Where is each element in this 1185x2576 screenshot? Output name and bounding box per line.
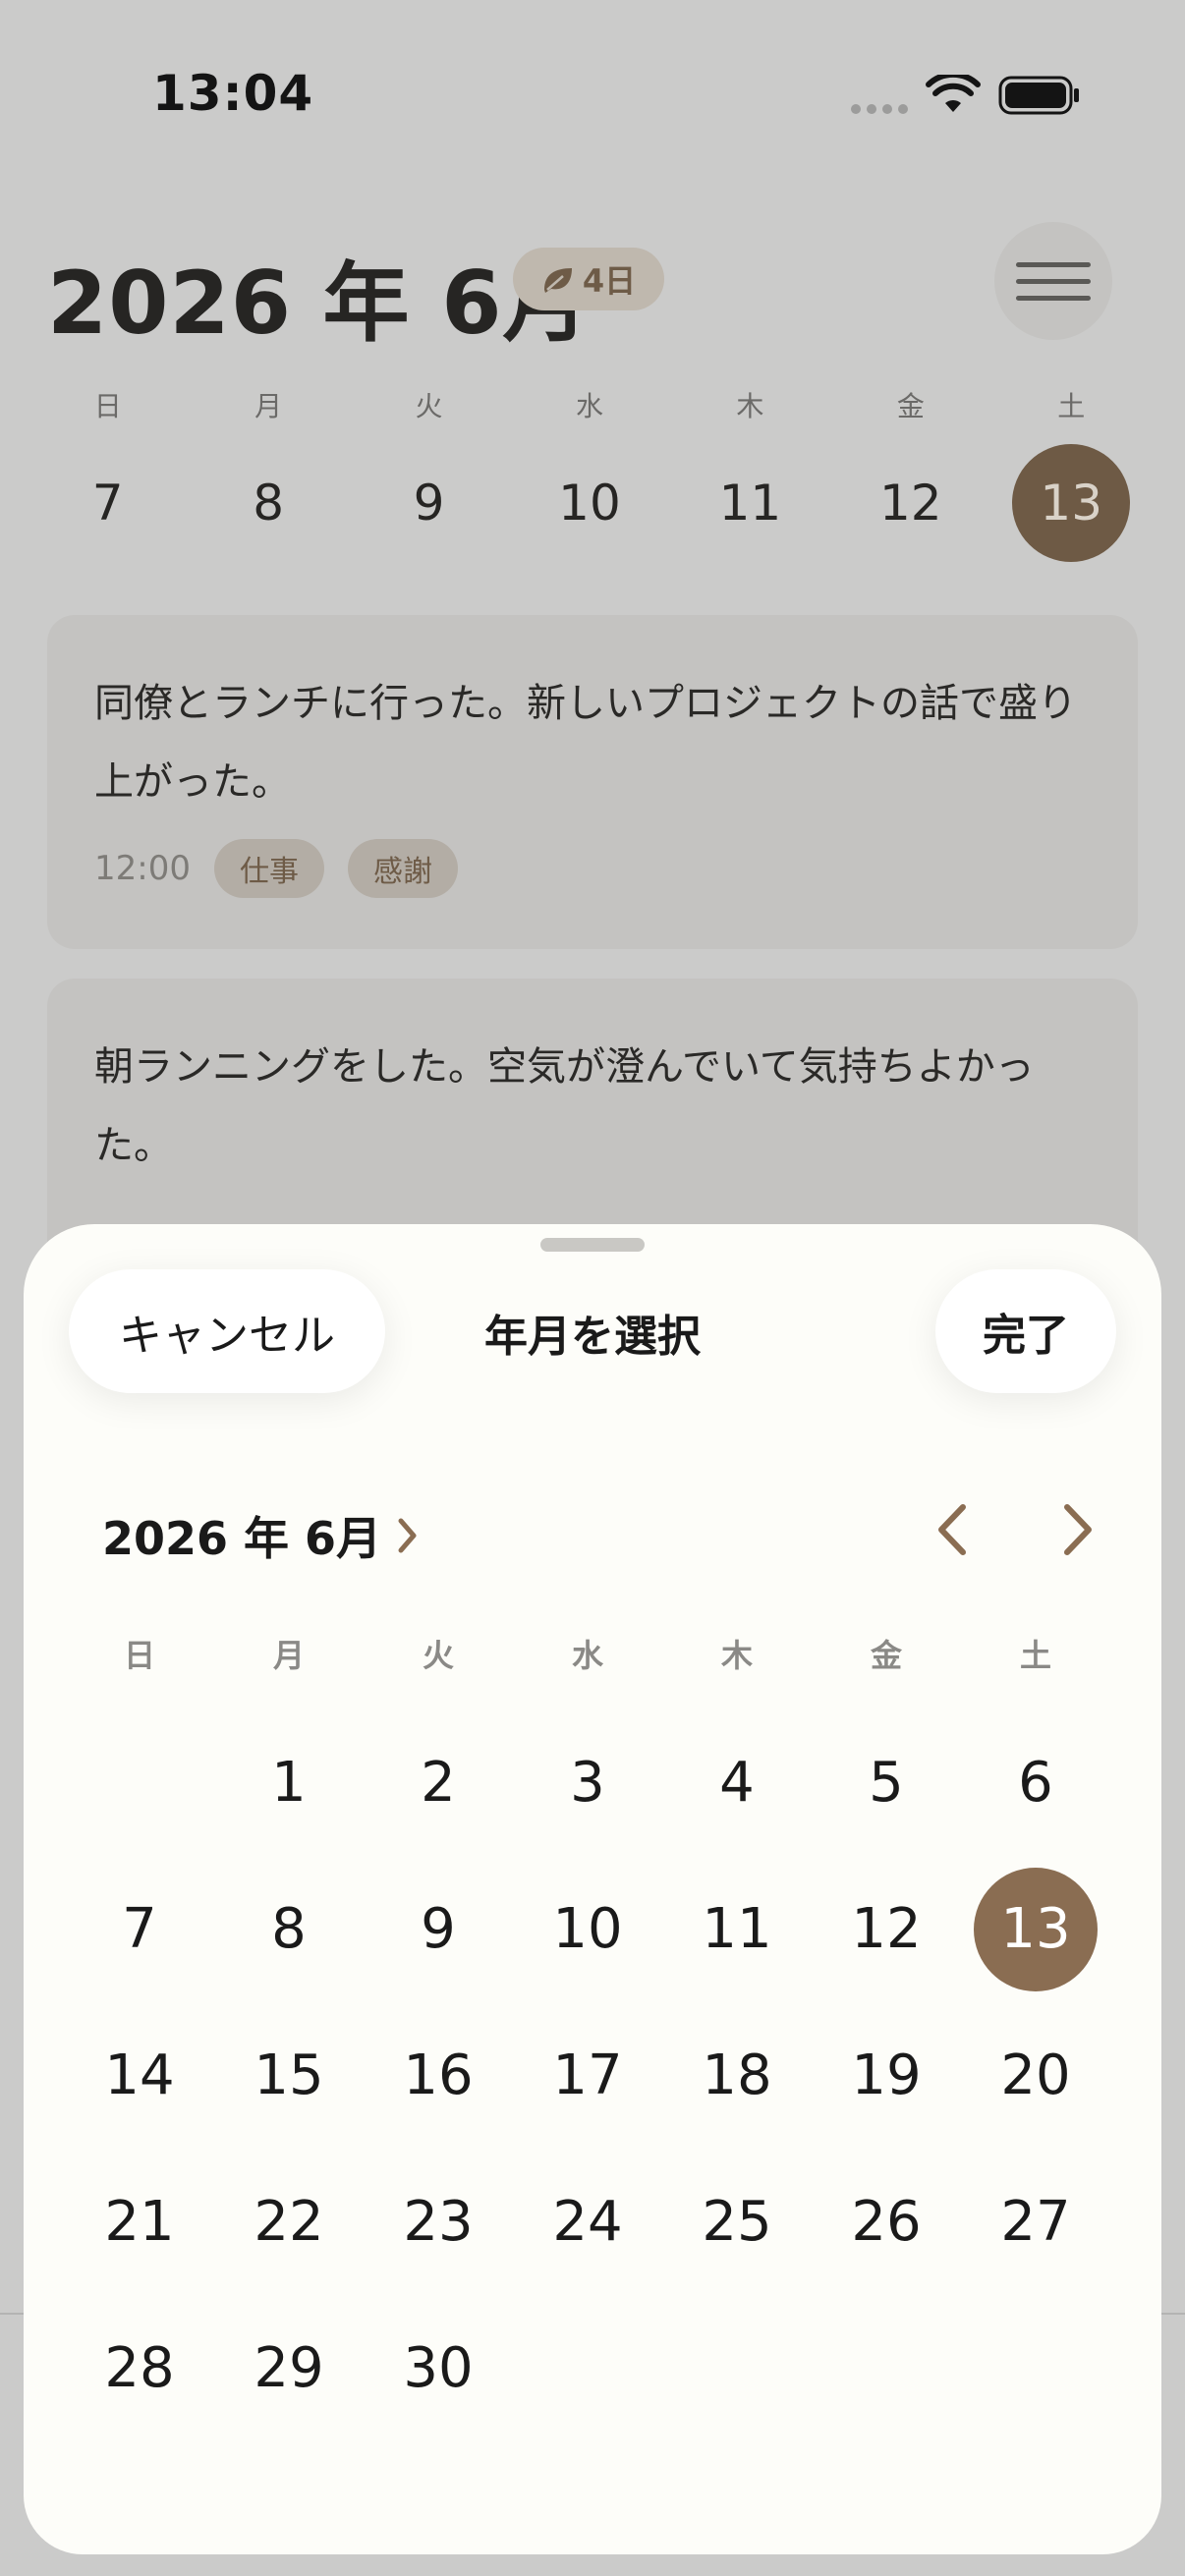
previous-month-button[interactable]	[920, 1497, 985, 1562]
calendar-day[interactable]: 25	[662, 2149, 812, 2295]
calendar-day[interactable]: 18	[662, 2002, 812, 2149]
week-strip-day[interactable]: 11	[670, 475, 830, 532]
calendar-day[interactable]: 13	[961, 1856, 1110, 2002]
calendar-weekday: 火	[422, 1637, 454, 1674]
week-strip-day[interactable]: 12	[830, 475, 990, 532]
week-strip-days: 7 8 9 10 11 12 13	[28, 444, 1152, 562]
streak-badge: 4日	[513, 248, 664, 310]
week-strip: 日 月 火 水 木 金 土 7 8 9 10 11 12 13	[28, 385, 1152, 562]
next-month-button[interactable]	[1045, 1497, 1110, 1562]
chevron-right-icon	[398, 1518, 417, 1553]
calendar-day[interactable]: 11	[662, 1856, 812, 2002]
calendar-day[interactable]: 12	[812, 1856, 961, 2002]
calendar-day[interactable]: 27	[961, 2149, 1110, 2295]
calendar-day[interactable]: 14	[65, 2002, 214, 2149]
chevron-left-icon	[938, 1504, 966, 1555]
calendar-grid: 1 2 3 4 5 6 7 8 9 10 11 12 13 14 15 16 17 18 19 20 21 22 23 24 2…	[65, 1709, 1110, 2441]
week-strip-weekday: 日	[93, 390, 122, 422]
selected-calendar-day[interactable]: 13	[974, 1867, 1098, 1991]
calendar-weekday: 土	[1019, 1637, 1051, 1674]
calendar-weekday: 木	[720, 1637, 753, 1674]
entry-time: 12:00	[94, 849, 191, 888]
week-strip-weekday: 水	[575, 390, 603, 422]
entry-tag[interactable]: 仕事	[213, 839, 324, 898]
calendar-empty-cell	[65, 1709, 214, 1856]
cellular-signal-icon	[851, 104, 908, 114]
calendar-day[interactable]: 10	[513, 1856, 662, 2002]
calendar-day[interactable]: 1	[214, 1709, 364, 1856]
week-strip-weekday: 木	[736, 390, 764, 422]
calendar-day[interactable]: 16	[364, 2002, 513, 2149]
menu-icon	[1016, 261, 1091, 301]
calendar-day[interactable]: 3	[513, 1709, 662, 1856]
status-time: 13:04	[152, 65, 314, 122]
menu-button[interactable]	[994, 222, 1112, 340]
calendar-day[interactable]: 26	[812, 2149, 961, 2295]
month-title[interactable]: 2026 年 6月	[47, 234, 590, 359]
calendar-day[interactable]: 29	[214, 2295, 364, 2441]
wifi-icon	[926, 75, 981, 112]
calendar-weekday: 月	[272, 1637, 305, 1674]
calendar-day[interactable]: 15	[214, 2002, 364, 2149]
calendar-day[interactable]: 22	[214, 2149, 364, 2295]
calendar-day[interactable]: 7	[65, 1856, 214, 2002]
calendar-weekday: 金	[870, 1637, 902, 1674]
calendar-day[interactable]: 30	[364, 2295, 513, 2441]
entry-card[interactable]: 同僚とランチに行った。新しいプロジェクトの話で盛り上がった。 12:00 仕事 …	[47, 615, 1138, 949]
selected-day[interactable]: 13	[1012, 444, 1131, 562]
entry-text: 同僚とランチに行った。新しいプロジェクトの話で盛り上がった。	[94, 681, 1077, 805]
calendar-day[interactable]: 23	[364, 2149, 513, 2295]
calendar-day[interactable]: 19	[812, 2002, 961, 2149]
calendar-day[interactable]: 8	[214, 1856, 364, 2002]
week-strip-weekday: 金	[896, 390, 925, 422]
calendar-day[interactable]: 21	[65, 2149, 214, 2295]
calendar-day[interactable]: 24	[513, 2149, 662, 2295]
calendar-empty-cell	[812, 2295, 961, 2441]
calendar-day[interactable]: 20	[961, 2002, 1110, 2149]
calendar-empty-cell	[513, 2295, 662, 2441]
calendar-day[interactable]: 2	[364, 1709, 513, 1856]
calendar-day[interactable]: 28	[65, 2295, 214, 2441]
week-strip-day[interactable]: 13	[991, 444, 1152, 562]
calendar-weekday: 水	[571, 1637, 603, 1674]
month-year-selector[interactable]: 2026 年 6月	[102, 1503, 419, 1568]
done-button[interactable]: 完了	[935, 1269, 1116, 1393]
week-strip-day[interactable]: 10	[509, 475, 669, 532]
chevron-right-icon	[1064, 1504, 1092, 1555]
week-strip-day[interactable]: 7	[28, 475, 188, 532]
battery-icon	[998, 76, 1079, 115]
calendar-weekdays: 日月火水木金土	[65, 1631, 1110, 1676]
leaf-icon	[543, 268, 572, 293]
calendar-weekday: 日	[123, 1637, 155, 1674]
calendar-day[interactable]: 5	[812, 1709, 961, 1856]
entry-tag[interactable]: 感謝	[347, 839, 458, 898]
calendar-day[interactable]: 9	[364, 1856, 513, 2002]
calendar-empty-cell	[961, 2295, 1110, 2441]
picker-month-label: 2026 年 6月	[102, 1512, 382, 1565]
calendar-day[interactable]: 4	[662, 1709, 812, 1856]
calendar-day[interactable]: 6	[961, 1709, 1110, 1856]
entry-meta: 12:00 仕事 感謝	[94, 839, 1091, 898]
month-picker-sheet: キャンセル 年月を選択 完了 2026 年 6月 日月火水木金土 1234567…	[24, 1224, 1161, 2554]
week-strip-weekday: 月	[254, 390, 283, 422]
week-strip-day[interactable]: 8	[188, 475, 348, 532]
streak-label: 4日	[582, 262, 637, 300]
week-strip-day[interactable]: 9	[349, 475, 509, 532]
sheet-grabber[interactable]	[540, 1238, 645, 1252]
entry-text: 朝ランニングをした。空気が澄んでいて気持ちよかった。	[94, 1044, 1035, 1168]
calendar-empty-cell	[662, 2295, 812, 2441]
week-strip-weekdays: 日月火水木金土	[28, 385, 1152, 428]
week-strip-weekday: 土	[1057, 390, 1086, 422]
week-strip-weekday: 火	[415, 390, 443, 422]
calendar-day[interactable]: 17	[513, 2002, 662, 2149]
